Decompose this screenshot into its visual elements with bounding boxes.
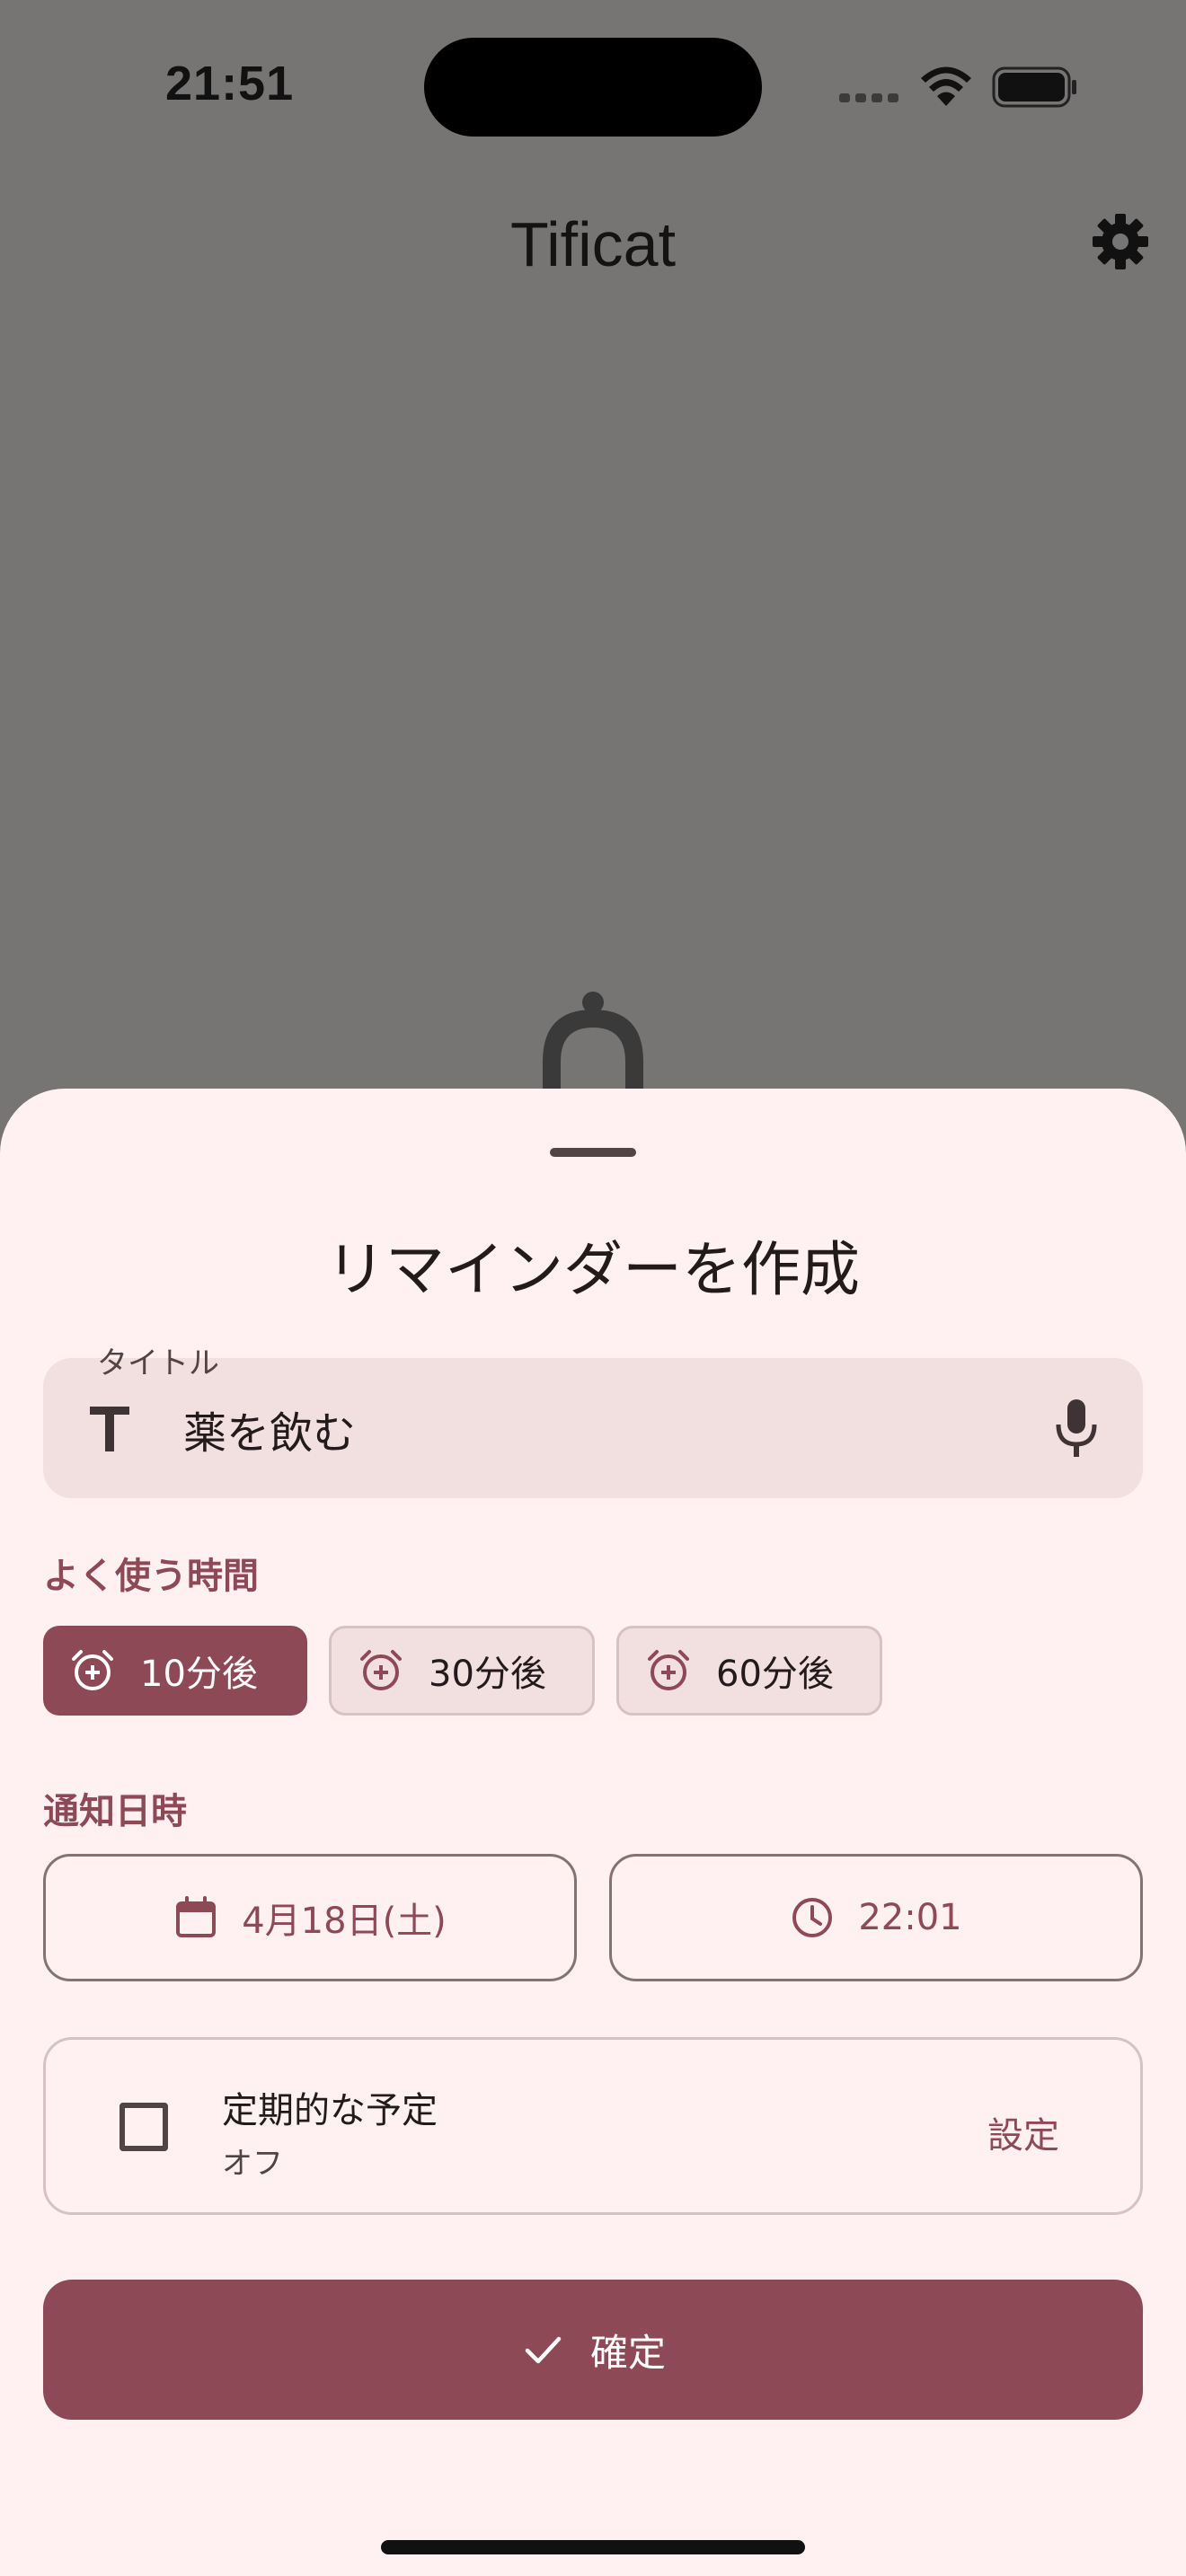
home-indicator[interactable] (381, 2540, 805, 2554)
notification-label: 通知日時 (43, 1791, 187, 1832)
gear-icon[interactable] (1091, 212, 1150, 271)
confirm-label: 確定 (589, 2330, 666, 2375)
date-button[interactable]: 4月18日(土) (43, 1854, 577, 1981)
status-time: 21:51 (165, 57, 295, 110)
calendar-icon (176, 1896, 217, 1937)
alarm-add-icon (72, 1650, 113, 1690)
time-value: 22:01 (858, 1897, 962, 1938)
quick-time-chip-60min[interactable]: 60分後 (616, 1626, 882, 1716)
alarm-add-icon (648, 1650, 689, 1690)
chip-label: 30分後 (429, 1654, 546, 1695)
sheet-title: リマインダーを作成 (326, 1235, 860, 1304)
date-value: 4月18日(土) (242, 1901, 447, 1942)
recurring-card[interactable]: 定期的な予定 オフ 設定 (43, 2037, 1143, 2215)
dynamic-island (424, 38, 762, 137)
title-field-label: タイトル (97, 1345, 219, 1381)
recurring-title: 定期的な予定 (222, 2090, 438, 2131)
time-button[interactable]: 22:01 (609, 1854, 1143, 1981)
app-title: Tificat (509, 209, 677, 279)
create-reminder-sheet: リマインダーを作成 タイトル 薬を飲む よく使う時間 10分後 30分後 60分… (0, 1089, 1186, 2576)
recurring-checkbox[interactable] (119, 2103, 168, 2151)
sheet-drag-handle[interactable] (550, 1148, 636, 1157)
recurring-settings-button[interactable]: 設定 (987, 2106, 1059, 2158)
check-icon (525, 2336, 562, 2364)
quick-time-chip-10min[interactable]: 10分後 (43, 1626, 307, 1716)
status-bar: 21:51 (0, 0, 1186, 171)
quick-time-chip-30min[interactable]: 30分後 (329, 1626, 595, 1716)
cellular-signal-icon (839, 93, 898, 106)
title-field[interactable]: タイトル 薬を飲む (43, 1345, 1143, 1498)
bell-icon (543, 992, 643, 1089)
quick-times-label: よく使う時間 (43, 1556, 259, 1597)
battery-icon (992, 66, 1076, 108)
chip-label: 60分後 (716, 1654, 834, 1695)
clock-icon (792, 1898, 833, 1937)
chip-label: 10分後 (140, 1654, 258, 1695)
text-icon (90, 1407, 129, 1451)
mic-icon[interactable] (1053, 1398, 1100, 1459)
alarm-add-icon (360, 1650, 402, 1690)
wifi-icon (921, 66, 971, 106)
confirm-button[interactable]: 確定 (43, 2280, 1143, 2420)
recurring-status: オフ (222, 2146, 283, 2182)
title-field-value: 薬を飲む (183, 1408, 357, 1459)
